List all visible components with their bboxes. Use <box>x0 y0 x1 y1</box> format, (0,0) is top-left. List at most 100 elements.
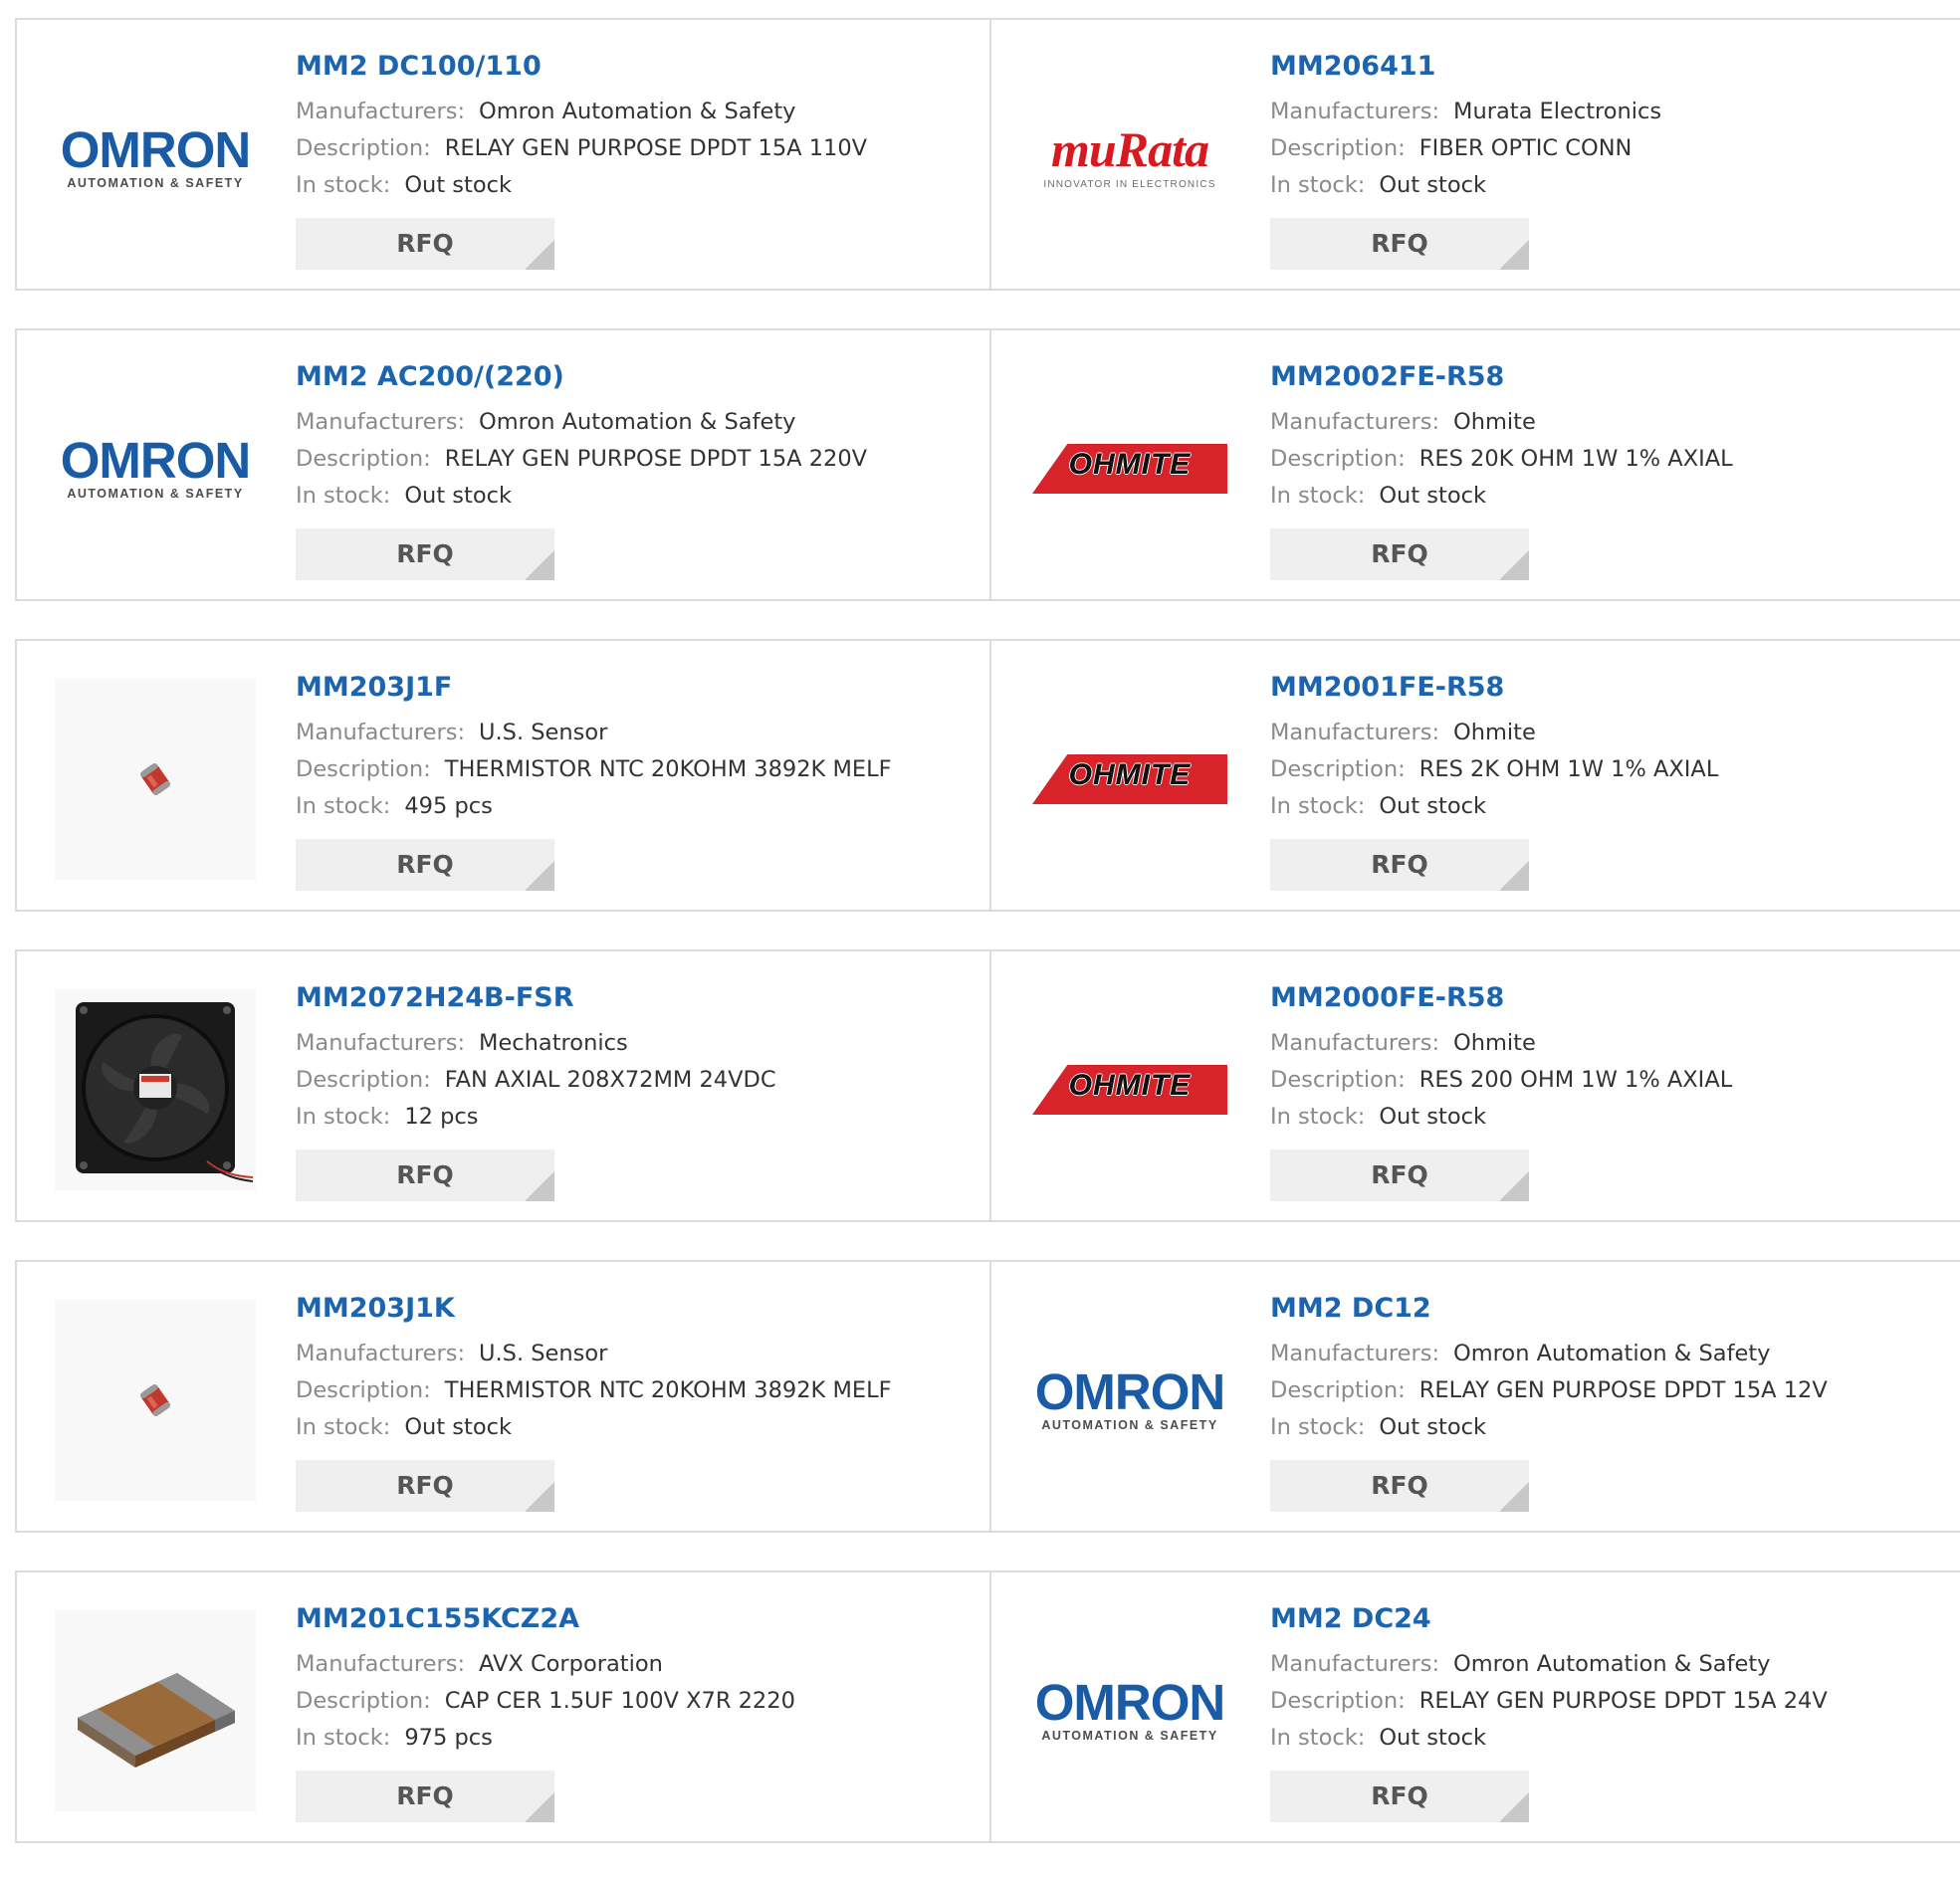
description-label: Description: <box>1270 1688 1406 1714</box>
stock-label: In stock: <box>296 1104 391 1130</box>
rfq-button[interactable]: RFQ <box>296 1771 554 1822</box>
product-thumbnail[interactable]: OHMITE <box>1029 679 1230 880</box>
stock-row: In stock: Out stock <box>1270 1409 1950 1446</box>
rfq-button[interactable]: RFQ <box>296 839 554 891</box>
part-number-link[interactable]: MM203J1F <box>296 671 980 705</box>
description-row: Description: FAN AXIAL 208X72MM 24VDC <box>296 1062 980 1099</box>
rfq-button[interactable]: RFQ <box>296 1460 554 1512</box>
manufacturer-value: Omron Automation & Safety <box>1453 1341 1771 1366</box>
product-row: OMRON AUTOMATION & SAFETY MM2 AC200/(220… <box>15 328 1960 601</box>
murata-logo-word: muRata <box>1051 120 1209 177</box>
description-value: CAP CER 1.5UF 100V X7R 2220 <box>444 1688 795 1714</box>
description-row: Description: RELAY GEN PURPOSE DPDT 15A 1… <box>296 130 980 167</box>
description-row: Description: RES 2K OHM 1W 1% AXIAL <box>1270 751 1950 788</box>
product-thumbnail[interactable] <box>55 1610 256 1811</box>
stock-row: In stock: 495 pcs <box>296 788 980 825</box>
thermistor-photo <box>55 1300 256 1501</box>
stock-row: In stock: Out stock <box>1270 167 1950 204</box>
manufacturer-value: Omron Automation & Safety <box>479 409 796 435</box>
product-thumbnail[interactable]: OMRON AUTOMATION & SAFETY <box>55 58 256 259</box>
rfq-button-label: RFQ <box>1371 1471 1428 1500</box>
part-number-link[interactable]: MM203J1K <box>296 1292 980 1326</box>
rfq-button-label: RFQ <box>396 1160 454 1189</box>
omron-logo-word: OMRON <box>1034 1363 1225 1420</box>
product-thumbnail[interactable] <box>55 1300 256 1501</box>
stock-label: In stock: <box>296 483 391 509</box>
product-thumbnail[interactable]: muRata INNOVATOR IN ELECTRONICS <box>1029 58 1230 259</box>
ohmite-logo: OHMITE <box>1032 1065 1227 1115</box>
description-label: Description: <box>1270 756 1406 782</box>
part-number-link[interactable]: MM2 DC100/110 <box>296 50 980 84</box>
product-info: MM2002FE-R58 Manufacturers: Ohmite Descri… <box>1270 360 1950 580</box>
corner-triangle-icon <box>1499 1171 1529 1201</box>
product-card: MM2072H24B-FSR Manufacturers: Mechatronic… <box>17 951 989 1220</box>
product-thumbnail[interactable]: OMRON AUTOMATION & SAFETY <box>1029 1300 1230 1501</box>
manufacturer-value: U.S. Sensor <box>479 1341 608 1366</box>
rfq-button[interactable]: RFQ <box>1270 1460 1529 1512</box>
omron-logo-subtitle: AUTOMATION & SAFETY <box>67 487 244 501</box>
part-number-link[interactable]: MM2 AC200/(220) <box>296 360 980 394</box>
stock-row: In stock: Out stock <box>296 1409 980 1446</box>
rfq-button[interactable]: RFQ <box>296 1150 554 1201</box>
rfq-button-label: RFQ <box>396 539 454 568</box>
rfq-button-label: RFQ <box>1371 850 1428 879</box>
product-thumbnail[interactable] <box>55 989 256 1190</box>
capacitor-icon <box>78 1673 235 1768</box>
manufacturer-row: Manufacturers: Omron Automation & Safety <box>296 404 980 441</box>
rfq-button-label: RFQ <box>1371 539 1428 568</box>
manufacturer-row: Manufacturers: U.S. Sensor <box>296 715 980 751</box>
stock-row: In stock: Out stock <box>296 167 980 204</box>
part-number-link[interactable]: MM2002FE-R58 <box>1270 360 1950 394</box>
stock-row: In stock: Out stock <box>1270 1099 1950 1136</box>
product-thumbnail[interactable] <box>55 679 256 880</box>
description-label: Description: <box>296 1377 431 1403</box>
product-info: MM2001FE-R58 Manufacturers: Ohmite Descri… <box>1270 671 1950 891</box>
product-card: OMRON AUTOMATION & SAFETY MM2 DC24 Manuf… <box>989 1572 1960 1841</box>
rfq-button[interactable]: RFQ <box>296 218 554 270</box>
stock-label: In stock: <box>1270 483 1366 509</box>
manufacturer-row: Manufacturers: U.S. Sensor <box>296 1336 980 1372</box>
description-label: Description: <box>296 446 431 472</box>
rfq-button[interactable]: RFQ <box>1270 1150 1529 1201</box>
product-row: MM2072H24B-FSR Manufacturers: Mechatronic… <box>15 949 1960 1222</box>
product-thumbnail[interactable]: OMRON AUTOMATION & SAFETY <box>55 368 256 569</box>
corner-triangle-icon <box>525 1171 554 1201</box>
stock-label: In stock: <box>1270 1725 1366 1751</box>
rfq-button[interactable]: RFQ <box>1270 528 1529 580</box>
description-value: RELAY GEN PURPOSE DPDT 15A 220V <box>444 446 868 472</box>
rfq-button[interactable]: RFQ <box>1270 218 1529 270</box>
rfq-button[interactable]: RFQ <box>1270 839 1529 891</box>
part-number-link[interactable]: MM2 DC12 <box>1270 1292 1950 1326</box>
part-number-link[interactable]: MM2 DC24 <box>1270 1602 1950 1636</box>
omron-logo-subtitle: AUTOMATION & SAFETY <box>1041 1729 1218 1743</box>
manufacturer-value: Mechatronics <box>479 1030 628 1056</box>
part-number-link[interactable]: MM2001FE-R58 <box>1270 671 1950 705</box>
description-value: FAN AXIAL 208X72MM 24VDC <box>444 1067 776 1093</box>
description-value: RES 20K OHM 1W 1% AXIAL <box>1418 446 1733 472</box>
part-number-link[interactable]: MM2072H24B-FSR <box>296 981 980 1015</box>
part-number-link[interactable]: MM2000FE-R58 <box>1270 981 1950 1015</box>
rfq-button-label: RFQ <box>396 850 454 879</box>
description-label: Description: <box>1270 135 1406 161</box>
rfq-button[interactable]: RFQ <box>1270 1771 1529 1822</box>
stock-value: 975 pcs <box>404 1725 493 1751</box>
product-card: OHMITE MM2001FE-R58 Manufacturers: Ohmite… <box>989 641 1960 910</box>
product-info: MM2000FE-R58 Manufacturers: Ohmite Descri… <box>1270 981 1950 1201</box>
product-row: MM203J1K Manufacturers: U.S. Sensor Descr… <box>15 1260 1960 1533</box>
part-number-link[interactable]: MM206411 <box>1270 50 1950 84</box>
product-thumbnail[interactable]: OHMITE <box>1029 368 1230 569</box>
stock-value: Out stock <box>404 1414 512 1440</box>
stock-label: In stock: <box>296 1414 391 1440</box>
product-card: OHMITE MM2000FE-R58 Manufacturers: Ohmite… <box>989 951 1960 1220</box>
ohmite-logo-word: OHMITE <box>1068 758 1192 791</box>
description-row: Description: RELAY GEN PURPOSE DPDT 15A 1… <box>1270 1372 1950 1409</box>
corner-triangle-icon <box>1499 550 1529 580</box>
product-thumbnail[interactable]: OMRON AUTOMATION & SAFETY <box>1029 1610 1230 1811</box>
rfq-button[interactable]: RFQ <box>296 528 554 580</box>
product-info: MM2 DC24 Manufacturers: Omron Automation … <box>1270 1602 1950 1822</box>
manufacturer-label: Manufacturers: <box>296 409 466 435</box>
part-number-link[interactable]: MM201C155KCZ2A <box>296 1602 980 1636</box>
product-thumbnail[interactable]: OHMITE <box>1029 989 1230 1190</box>
description-value: THERMISTOR NTC 20KOHM 3892K MELF <box>444 756 892 782</box>
product-info: MM203J1F Manufacturers: U.S. Sensor Descr… <box>296 671 980 891</box>
